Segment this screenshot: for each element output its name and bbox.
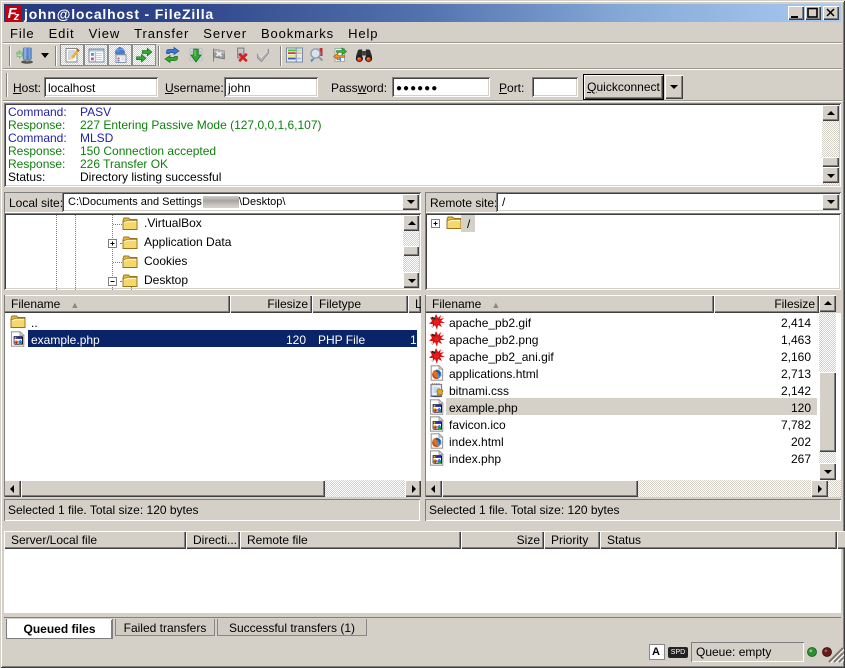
svg-text:z: z xyxy=(13,11,20,21)
